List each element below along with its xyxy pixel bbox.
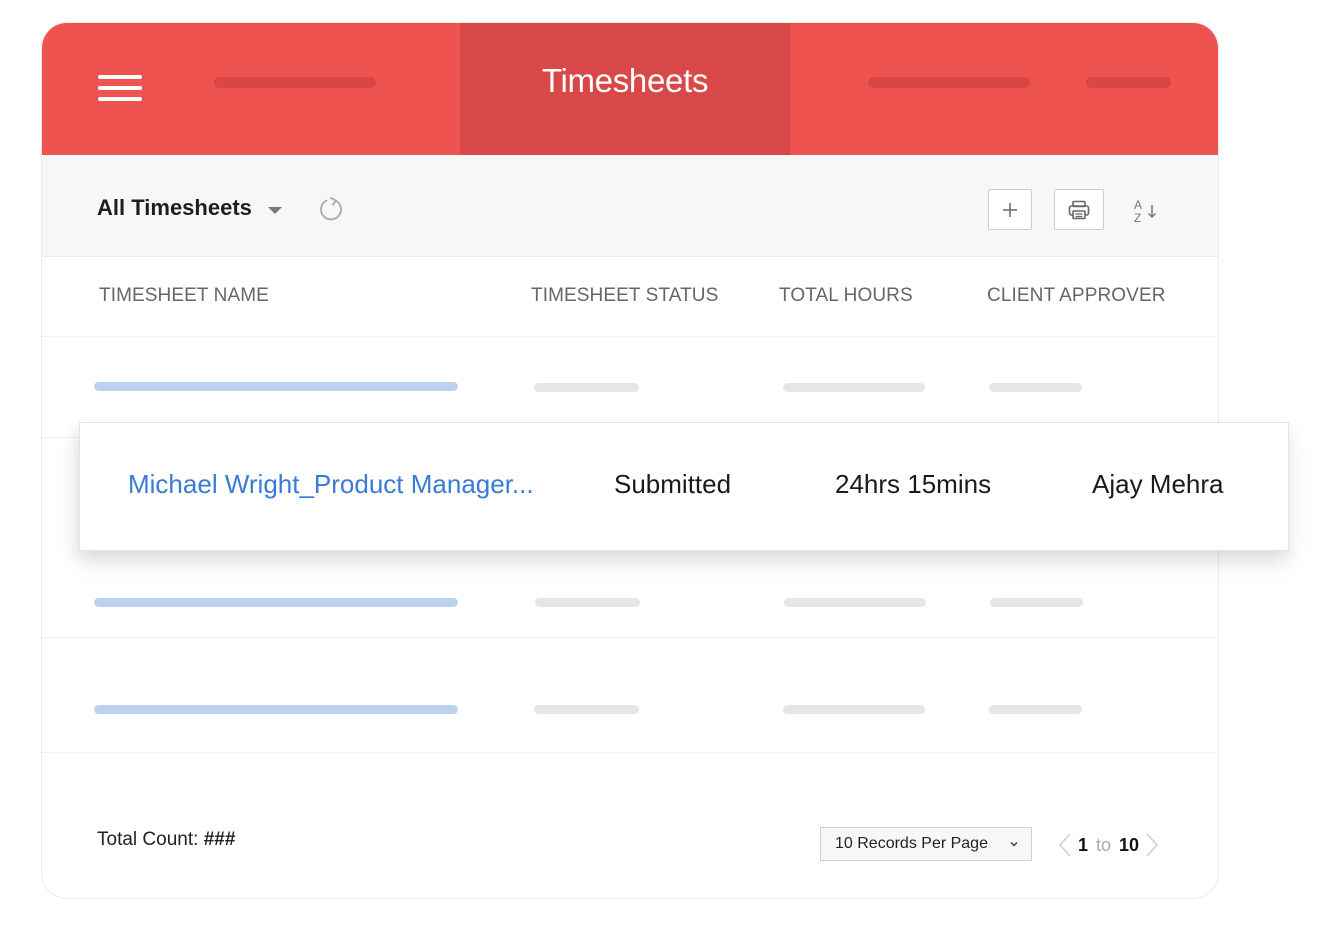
refresh-icon[interactable] [318, 196, 344, 222]
pager-from: 1 [1078, 834, 1089, 855]
total-hours: 24hrs 15mins [835, 469, 992, 499]
sort-az-icon[interactable]: A Z [1132, 197, 1162, 225]
placeholder-name-bar [94, 598, 458, 607]
tab-timesheets[interactable]: Timesheets [460, 23, 790, 155]
plus-icon [1003, 202, 1017, 217]
client-approver: Ajay Mehra [1092, 469, 1224, 499]
caret-down-icon [267, 206, 282, 214]
total-count-value: ### [203, 829, 236, 850]
placeholder-hours-bar [783, 705, 925, 714]
chevron-left-icon[interactable] [1058, 832, 1072, 858]
svg-text:A: A [1134, 198, 1142, 212]
pagination: 1 to 10 [1058, 831, 1159, 859]
nav-placeholder-item[interactable] [214, 77, 376, 88]
placeholder-status-bar [535, 598, 640, 607]
table-row[interactable] [42, 638, 1218, 753]
table-header: TIMESHEET NAME TIMESHEET STATUS TOTAL HO… [42, 257, 1218, 337]
column-header-total-hours[interactable]: TOTAL HOURS [779, 285, 913, 307]
top-navigation-bar: Timesheets [42, 23, 1218, 155]
placeholder-approver-bar [990, 598, 1083, 607]
timesheet-name-link[interactable]: Michael Wright_Product Manager... [128, 469, 534, 500]
nav-placeholder-item[interactable] [1086, 77, 1171, 88]
chevron-right-icon[interactable] [1145, 832, 1159, 858]
hamburger-icon[interactable] [98, 75, 142, 101]
column-header-client-approver[interactable]: CLIENT APPROVER [987, 285, 1166, 307]
placeholder-name-bar [94, 705, 458, 714]
tab-timesheets-label: Timesheets [541, 62, 709, 99]
placeholder-approver-bar [989, 383, 1082, 392]
add-timesheet-button[interactable] [988, 189, 1032, 230]
highlighted-table-row[interactable]: Michael Wright_Product Manager... Submit… [79, 422, 1289, 551]
view-selector-label: All Timesheets [97, 195, 252, 220]
column-header-timesheet-name[interactable]: TIMESHEET NAME [99, 285, 269, 307]
placeholder-hours-bar [783, 383, 925, 392]
placeholder-hours-bar [784, 598, 926, 607]
nav-placeholder-item[interactable] [868, 77, 1030, 88]
pager-to: 10 [1119, 834, 1140, 855]
records-per-page-value: 10 Records Per Page [835, 835, 988, 852]
placeholder-name-bar [94, 382, 458, 391]
view-selector-dropdown[interactable]: All Timesheets [97, 195, 282, 221]
pager-to-label: to [1096, 834, 1112, 855]
total-count: Total Count: ### [97, 829, 235, 851]
table-row[interactable] [42, 553, 1218, 638]
placeholder-status-bar [534, 383, 639, 392]
total-count-label: Total Count: [97, 829, 199, 850]
placeholder-approver-bar [989, 705, 1082, 714]
column-header-timesheet-status[interactable]: TIMESHEET STATUS [531, 285, 718, 307]
timesheet-status: Submitted [614, 469, 732, 499]
records-per-page-select[interactable]: 10 Records Per Page [820, 827, 1032, 861]
svg-text:Z: Z [1134, 211, 1141, 225]
printer-icon [1068, 200, 1090, 219]
print-button[interactable] [1054, 189, 1104, 230]
chevron-down-icon [1010, 841, 1018, 847]
list-toolbar: All Timesheets A Z [42, 155, 1218, 257]
placeholder-status-bar [534, 705, 639, 714]
